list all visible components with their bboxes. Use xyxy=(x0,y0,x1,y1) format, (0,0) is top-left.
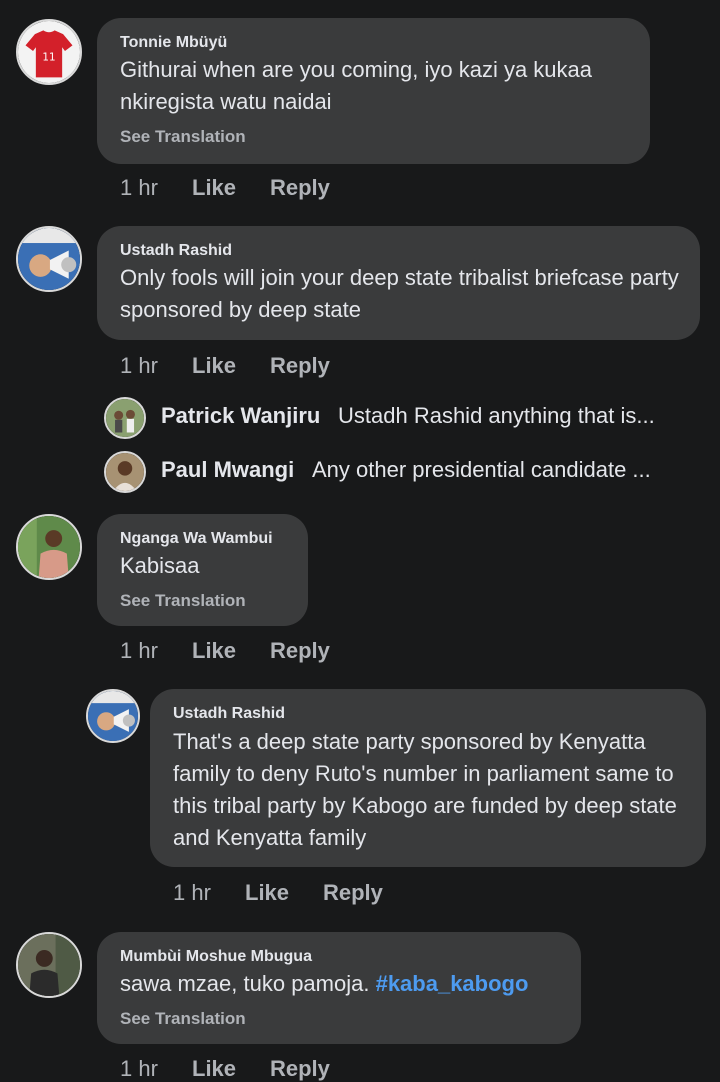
reply-button[interactable]: Reply xyxy=(323,880,383,906)
like-button[interactable]: Like xyxy=(192,175,236,201)
person-avatar-icon xyxy=(18,516,80,578)
person-avatar-icon xyxy=(18,934,80,996)
reply-button[interactable]: Reply xyxy=(270,175,330,201)
comment-author[interactable]: Ustadh Rashid xyxy=(120,242,232,260)
megaphone-avatar-icon xyxy=(18,228,80,290)
svg-text:11: 11 xyxy=(42,51,55,63)
group-photo-avatar-icon xyxy=(106,399,144,437)
like-button[interactable]: Like xyxy=(245,880,289,906)
comment-author[interactable]: Mumbùi Moshue Mbugua xyxy=(120,948,312,966)
comment-author[interactable]: Nganga Wa Wambui xyxy=(120,530,273,548)
football-jersey-avatar-icon: 11 xyxy=(18,21,80,83)
megaphone-avatar-icon xyxy=(88,691,138,741)
avatar[interactable]: 11 xyxy=(16,19,82,85)
reply-button[interactable]: Reply xyxy=(270,353,330,379)
comment-author[interactable]: Tonnie Mbüyü xyxy=(120,34,227,52)
see-translation-link[interactable]: See Translation xyxy=(120,127,246,147)
comment-time: 1 hr xyxy=(120,638,158,663)
reply-preview-text: Ustadh Rashid anything that is... xyxy=(338,403,655,428)
comment-time: 1 hr xyxy=(120,175,158,200)
comment-text: Kabisaa xyxy=(120,553,200,578)
reply-preview[interactable]: Paul Mwangi Any other presidential candi… xyxy=(104,451,714,493)
see-translation-link[interactable]: See Translation xyxy=(120,1009,246,1029)
see-translation-link[interactable]: See Translation xyxy=(120,591,246,611)
comment-author[interactable]: Ustadh Rashid xyxy=(173,705,285,723)
avatar[interactable] xyxy=(16,514,82,580)
avatar xyxy=(104,397,146,439)
reply-author[interactable]: Patrick Wanjiru xyxy=(161,403,320,429)
person-avatar-icon xyxy=(106,453,144,491)
reply-button[interactable]: Reply xyxy=(270,638,330,664)
comment-time: 1 hr xyxy=(120,353,158,378)
reply-author[interactable]: Paul Mwangi xyxy=(161,457,294,483)
reply-preview-text: Any other presidential candidate ... xyxy=(312,457,651,482)
comment-text: Githurai when are you coming, iyo kazi y… xyxy=(120,57,593,114)
avatar[interactable] xyxy=(16,932,82,998)
reply-button[interactable]: Reply xyxy=(270,1056,330,1082)
hashtag-link[interactable]: #kaba_kabogo xyxy=(376,971,529,996)
like-button[interactable]: Like xyxy=(192,638,236,664)
reply-preview[interactable]: Patrick Wanjiru Ustadh Rashid anything t… xyxy=(104,397,714,439)
comment-text: sawa mzae, tuko pamoja. #kaba_kabogo xyxy=(120,968,570,1000)
comment-time: 1 hr xyxy=(120,1056,158,1081)
like-button[interactable]: Like xyxy=(192,1056,236,1082)
like-button[interactable]: Like xyxy=(192,353,236,379)
comment-text: Only fools will join your deep state tri… xyxy=(120,265,679,322)
avatar[interactable] xyxy=(16,226,82,292)
avatar[interactable] xyxy=(86,689,140,743)
comment-time: 1 hr xyxy=(173,880,211,905)
comment-text: That's a deep state party sponsored by K… xyxy=(173,729,677,850)
comment-text-plain: sawa mzae, tuko pamoja. xyxy=(120,971,376,996)
avatar xyxy=(104,451,146,493)
